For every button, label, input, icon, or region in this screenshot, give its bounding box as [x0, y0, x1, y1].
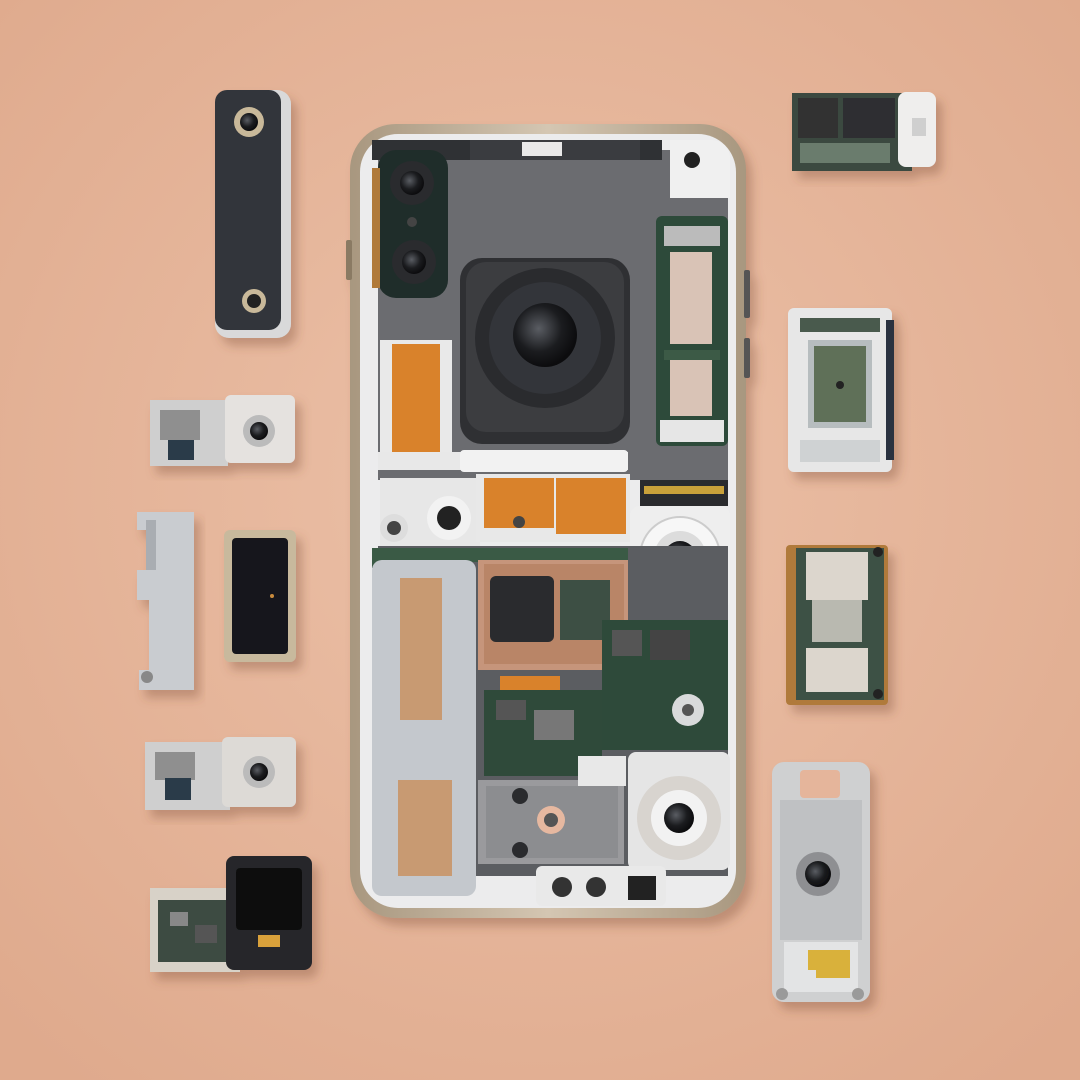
- disassembled-phone-photo: [0, 0, 1080, 1080]
- top-right-bracket: [670, 140, 730, 198]
- camera-module-small-2: [145, 737, 296, 810]
- mid-white-strip: [378, 450, 628, 472]
- triple-lens-bar: [372, 150, 448, 298]
- orange-flex-cable-mid: [380, 474, 630, 548]
- pcb-with-white-connector: [792, 92, 936, 171]
- connector-row: [640, 480, 728, 506]
- battery-connector-board: [786, 545, 888, 705]
- black-shield-plate: [224, 530, 296, 662]
- right-pcb-strip: [656, 216, 728, 446]
- orange-flex-cable-left: [380, 340, 452, 460]
- main-camera-module: [460, 258, 630, 444]
- bottom-round-camera: [628, 752, 730, 870]
- camera-flex-board: [788, 308, 894, 472]
- bottom-speaker-ports: [536, 866, 666, 906]
- camera-module-small-1: [150, 395, 295, 466]
- black-camera-bar: [215, 90, 291, 338]
- grey-bracket-left: [372, 560, 476, 896]
- silver-camera-housing: [772, 762, 870, 1002]
